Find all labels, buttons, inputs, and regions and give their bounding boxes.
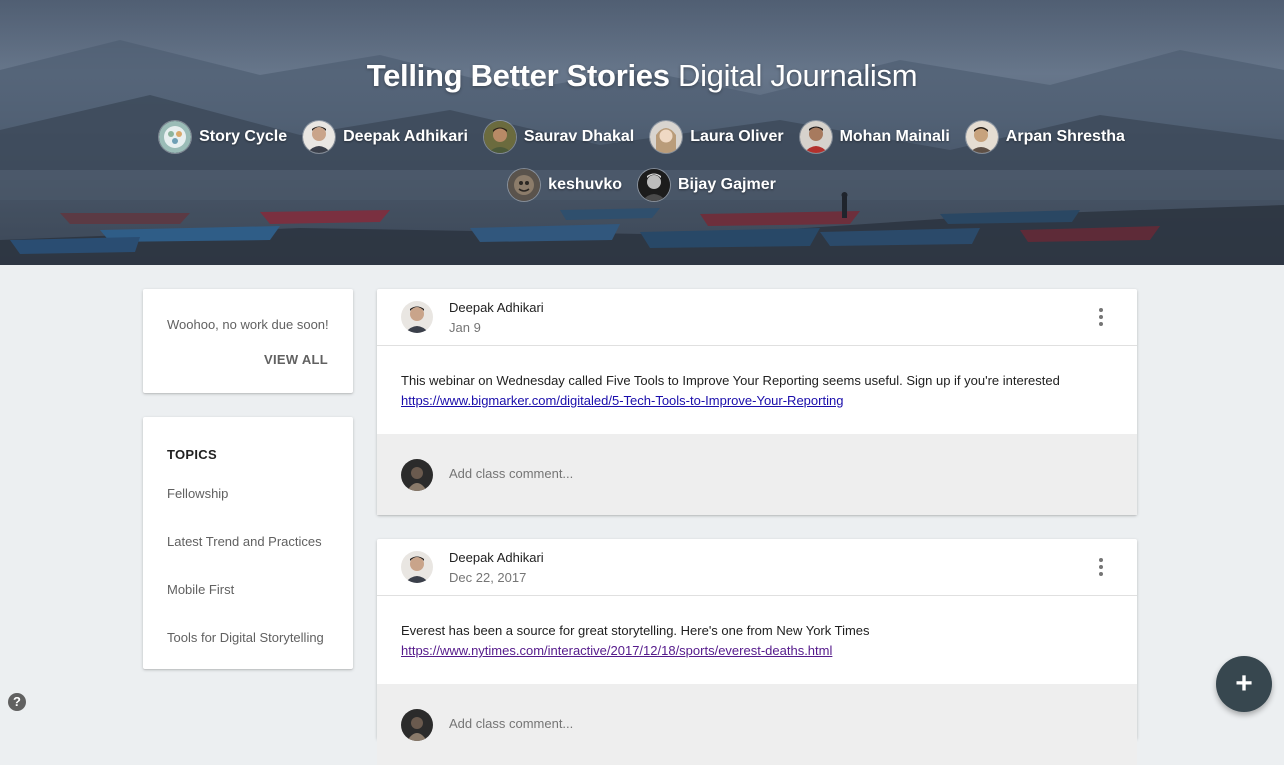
comment-area: Add class comment...: [377, 434, 1137, 515]
help-icon[interactable]: ?: [8, 693, 26, 711]
post-author[interactable]: Deepak Adhikari: [449, 550, 544, 565]
post-link[interactable]: https://www.nytimes.com/interactive/2017…: [401, 643, 832, 658]
topics-heading: TOPICS: [167, 447, 217, 462]
topic-item-tools-digital-storytelling[interactable]: Tools for Digital Storytelling: [167, 630, 337, 645]
post-body: This webinar on Wednesday called Five To…: [401, 371, 1113, 411]
more-options-icon[interactable]: [1091, 306, 1111, 330]
post-date: Dec 22, 2017: [449, 570, 527, 585]
upcoming-work-card: Woohoo, no work due soon! VIEW ALL: [143, 289, 353, 393]
teacher-saurav-dhakal[interactable]: Saurav Dhakal: [483, 121, 635, 153]
more-options-icon[interactable]: [1091, 556, 1111, 580]
person-photo-icon: [965, 121, 998, 153]
class-title-subtitle: Digital Journalism: [677, 58, 918, 93]
teacher-name: Deepak Adhikari: [343, 128, 468, 145]
comment-area: Add class comment...: [377, 684, 1137, 765]
teacher-deepak-adhikari[interactable]: Deepak Adhikari: [303, 121, 468, 153]
teacher-name: keshuvko: [548, 176, 622, 193]
topic-item-latest-trend[interactable]: Latest Trend and Practices: [167, 534, 337, 549]
upcoming-message: Woohoo, no work due soon!: [167, 317, 329, 332]
teacher-laura-oliver[interactable]: Laura Oliver: [650, 121, 784, 153]
plus-icon: +: [1235, 667, 1253, 700]
teacher-arpan-shrestha[interactable]: Arpan Shrestha: [965, 121, 1125, 153]
post-text: Everest has been a source for great stor…: [401, 623, 870, 638]
person-photo-icon: [303, 121, 336, 153]
person-photo-icon: [650, 121, 683, 153]
person-photo-icon: [637, 169, 670, 201]
teacher-bijay-gajmer[interactable]: Bijay Gajmer: [637, 169, 776, 201]
post-link[interactable]: https://www.bigmarker.com/digitaled/5-Te…: [401, 393, 843, 408]
teacher-name: Arpan Shrestha: [1005, 128, 1125, 145]
person-photo-icon: [799, 121, 832, 153]
add-class-comment-input[interactable]: Add class comment...: [449, 716, 573, 731]
teacher-keshuvko[interactable]: keshuvko: [508, 169, 622, 201]
post-date: Jan 9: [449, 320, 481, 335]
current-user-avatar: [401, 709, 433, 741]
view-all-button[interactable]: VIEW ALL: [264, 352, 328, 367]
person-photo-icon: [483, 121, 516, 153]
teacher-name: Laura Oliver: [690, 128, 784, 145]
teacher-story-cycle[interactable]: Story Cycle: [159, 121, 287, 153]
create-post-button[interactable]: +: [1216, 656, 1272, 712]
topics-card: TOPICS Fellowship Latest Trend and Pract…: [143, 417, 353, 669]
teacher-list: Story Cycle Deepak Adhikari Saurav Dhaka…: [140, 121, 1144, 201]
teacher-name: Story Cycle: [199, 128, 288, 145]
teacher-name: Saurav Dhakal: [523, 128, 635, 145]
teacher-name: Bijay Gajmer: [677, 176, 776, 193]
author-avatar: [401, 551, 433, 583]
stream-post: Deepak Adhikari Dec 22, 2017 Everest has…: [377, 539, 1137, 765]
post-header: Deepak Adhikari Jan 9: [377, 289, 1137, 346]
person-photo-icon: [508, 169, 541, 201]
author-avatar: [401, 301, 433, 333]
help-label: ?: [13, 694, 21, 709]
teacher-name: Mohan Mainali: [839, 128, 950, 145]
topic-item-fellowship[interactable]: Fellowship: [167, 486, 337, 501]
post-author[interactable]: Deepak Adhikari: [449, 300, 544, 315]
class-title-bold: Telling Better Stories: [366, 58, 670, 93]
class-banner: Telling Better Stories Digital Journalis…: [0, 0, 1284, 265]
post-body: Everest has been a source for great stor…: [401, 621, 1113, 661]
add-class-comment-input[interactable]: Add class comment...: [449, 466, 573, 481]
story-cycle-logo-icon: [159, 121, 192, 153]
topic-item-mobile-first[interactable]: Mobile First: [167, 582, 337, 597]
stream-post: Deepak Adhikari Jan 9 This webinar on We…: [377, 289, 1137, 515]
current-user-avatar: [401, 459, 433, 491]
post-header: Deepak Adhikari Dec 22, 2017: [377, 539, 1137, 596]
class-title: Telling Better Stories Digital Journalis…: [0, 58, 1284, 94]
teacher-mohan-mainali[interactable]: Mohan Mainali: [799, 121, 950, 153]
post-text: This webinar on Wednesday called Five To…: [401, 373, 1060, 388]
